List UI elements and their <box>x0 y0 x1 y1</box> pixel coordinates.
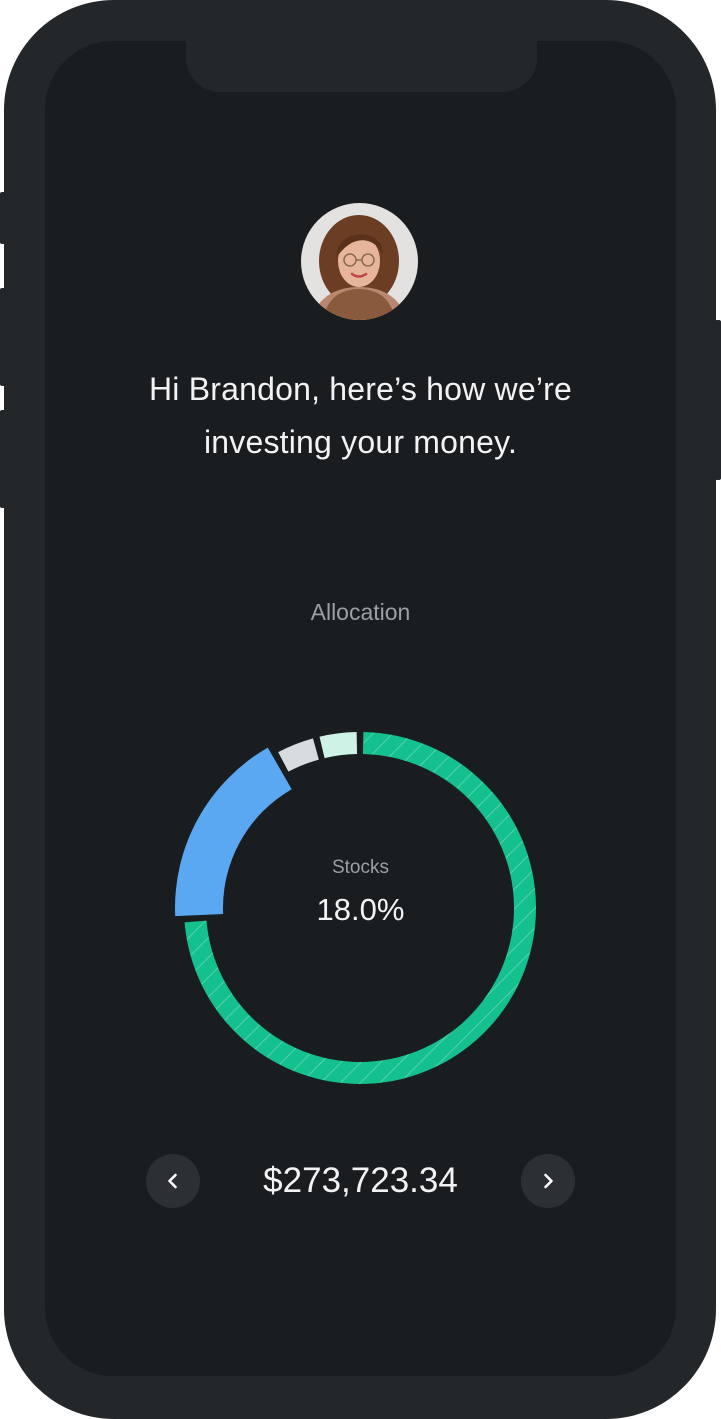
advisor-avatar <box>301 203 418 320</box>
phone-power-button <box>715 320 721 480</box>
next-button[interactable] <box>521 1154 575 1208</box>
phone-side-button <box>0 192 6 244</box>
previous-button[interactable] <box>146 1154 200 1208</box>
donut-segment-gray[interactable] <box>278 738 319 772</box>
donut-segment-mint[interactable] <box>319 732 358 759</box>
phone-volume-up-button <box>0 288 6 386</box>
allocation-label: Allocation <box>310 599 411 625</box>
phone-volume-down-button <box>0 410 6 508</box>
chevron-left-icon <box>168 1173 177 1189</box>
avatar-portrait <box>301 203 418 320</box>
donut-center-value: 18.0% <box>316 892 405 927</box>
phone-notch <box>186 41 537 92</box>
donut-center-label: Stocks <box>331 857 390 878</box>
greeting-heading: Hi Brandon, here’s how we’re investing y… <box>45 363 676 469</box>
app-screen: Hi Brandon, here’s how we’re investing y… <box>45 41 676 1376</box>
greeting-line-1: Hi Brandon, here’s how we’re <box>148 371 572 407</box>
donut-segment-stocks[interactable] <box>175 747 292 917</box>
greeting-line-2: investing your money. <box>203 424 518 460</box>
portfolio-balance: $273,723.34 <box>263 1161 458 1200</box>
chevron-right-icon <box>544 1173 553 1189</box>
